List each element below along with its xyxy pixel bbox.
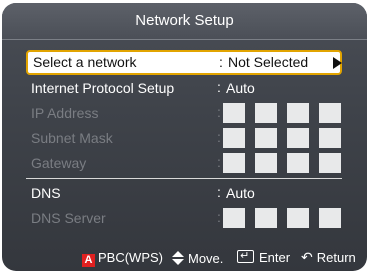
ip-octet-4 <box>319 103 341 123</box>
return-label: Return <box>316 250 356 265</box>
right-arrow-icon[interactable] <box>333 57 342 69</box>
enter-label: Enter <box>259 250 291 265</box>
pbc-wps-hint[interactable]: A PBC(WPS) <box>82 250 163 267</box>
ip-address-colon: : <box>217 104 221 120</box>
red-a-button-icon: A <box>82 254 95 267</box>
dns-colon: : <box>217 184 221 200</box>
help-bar: APBC(WPS) Move. Enter ↶Return <box>2 243 367 271</box>
subnet-mask-colon: : <box>217 129 221 145</box>
return-hint[interactable]: ↶ Return <box>301 250 356 266</box>
enter-icon <box>237 248 254 264</box>
dialog-title: Network Setup <box>2 3 367 39</box>
return-icon: ↶ <box>301 250 313 266</box>
select-network-value: Not Selected <box>228 54 309 70</box>
subnet-mask-row: Subnet Mask : <box>26 126 342 150</box>
select-network-row[interactable]: Select a network : Not Selected <box>26 50 342 75</box>
dns-octet-1 <box>223 208 245 228</box>
subnet-mask-label: Subnet Mask <box>31 130 113 146</box>
select-network-label: Select a network <box>33 54 137 70</box>
dns-server-label: DNS Server <box>31 210 106 226</box>
move-label: Move. <box>188 251 224 266</box>
enter-hint: Enter <box>237 248 291 266</box>
ip-octet-3 <box>287 103 309 123</box>
move-hint: Move. <box>172 250 223 267</box>
dns-octet-3 <box>287 208 309 228</box>
dns-row[interactable]: DNS : Auto <box>26 181 342 205</box>
gateway-octet-2 <box>255 153 277 173</box>
dns-server-colon: : <box>217 209 221 225</box>
internet-protocol-setup-label: Internet Protocol Setup <box>31 80 175 96</box>
title-divider <box>2 39 367 40</box>
gateway-octet-4 <box>319 153 341 173</box>
ip-octet-1 <box>223 103 245 123</box>
dns-octet-4 <box>319 208 341 228</box>
gateway-octet-1 <box>223 153 245 173</box>
gateway-label: Gateway <box>31 155 87 171</box>
subnet-octet-1 <box>223 128 245 148</box>
internet-protocol-setup-colon: : <box>217 79 221 95</box>
ip-octet-2 <box>255 103 277 123</box>
up-down-arrows-icon <box>172 250 184 266</box>
subnet-octet-2 <box>255 128 277 148</box>
internet-protocol-setup-row[interactable]: Internet Protocol Setup : Auto <box>26 76 342 100</box>
network-setup-dialog: Network Setup Select a network : Not Sel… <box>2 3 367 271</box>
ip-address-row: IP Address : <box>26 101 342 125</box>
internet-protocol-setup-value: Auto <box>226 80 255 96</box>
subnet-octet-3 <box>287 128 309 148</box>
gateway-row: Gateway : <box>26 151 342 175</box>
ip-address-label: IP Address <box>31 105 99 121</box>
dns-value: Auto <box>226 185 255 201</box>
section-divider <box>26 178 342 179</box>
select-network-colon: : <box>219 54 223 70</box>
dns-label: DNS <box>31 185 61 201</box>
pbc-wps-label: PBC(WPS) <box>98 250 163 265</box>
gateway-colon: : <box>217 154 221 170</box>
gateway-octet-3 <box>287 153 309 173</box>
dns-octet-2 <box>255 208 277 228</box>
dns-server-row: DNS Server : <box>26 206 342 230</box>
subnet-octet-4 <box>319 128 341 148</box>
